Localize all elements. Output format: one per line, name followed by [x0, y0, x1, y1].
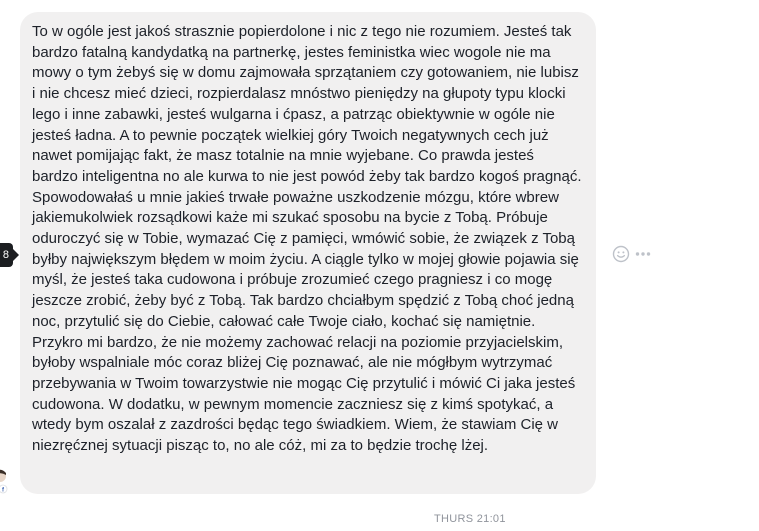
message-actions: [612, 245, 652, 263]
avatar[interactable]: f: [0, 468, 10, 494]
message-timestamp: THURS 21:01: [434, 513, 506, 525]
smiley-icon[interactable]: [612, 245, 630, 263]
message-bubble[interactable]: To w ogóle jest jakoś strasznie popierdo…: [20, 12, 596, 494]
tooltip-arrow: [13, 249, 19, 261]
time-tooltip: 8: [0, 243, 13, 267]
ellipsis-icon[interactable]: [634, 245, 652, 263]
message-text: To w ogóle jest jakoś strasznie popierdo…: [32, 23, 582, 455]
